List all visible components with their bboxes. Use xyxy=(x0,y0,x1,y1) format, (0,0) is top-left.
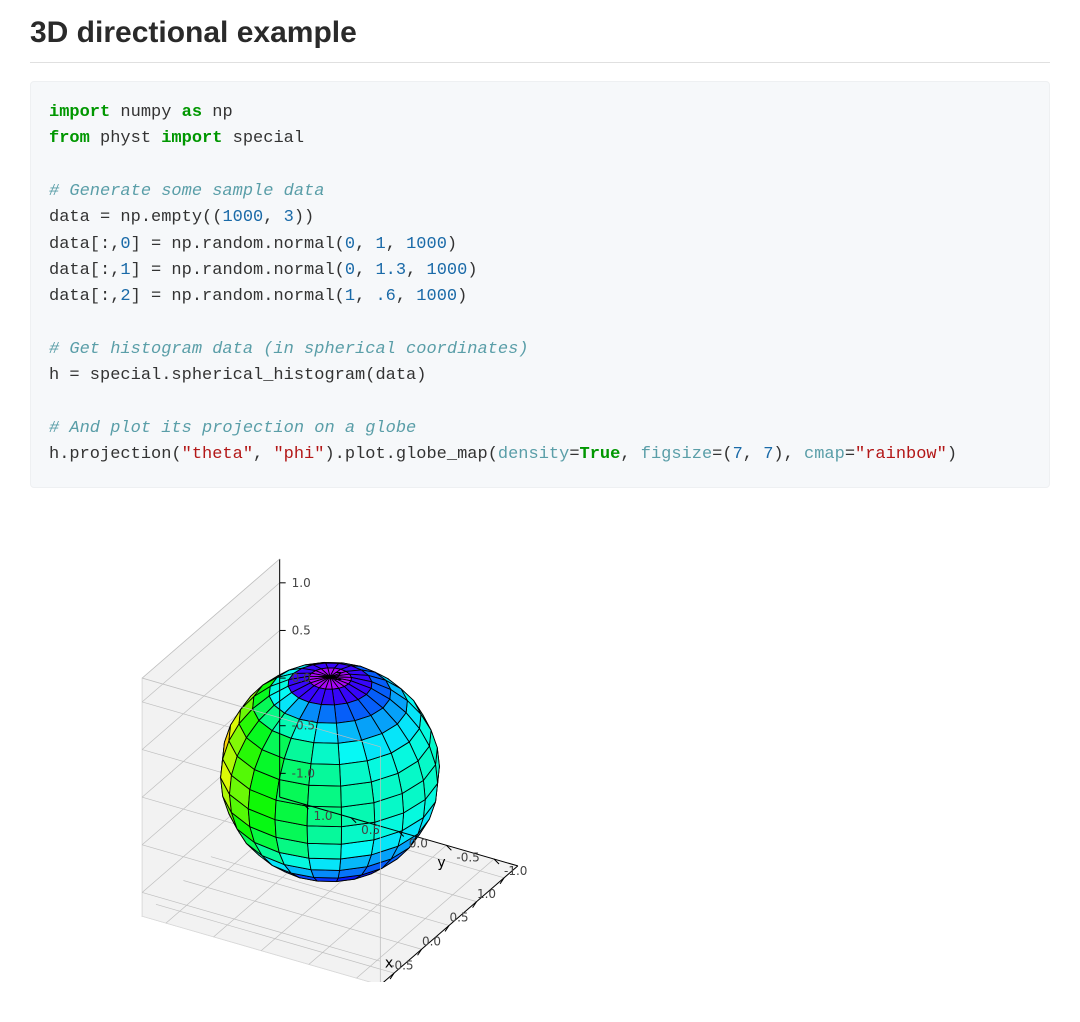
svg-text:-1.0: -1.0 xyxy=(504,864,527,878)
svg-text:y: y xyxy=(437,855,445,871)
svg-text:-0.5: -0.5 xyxy=(292,719,315,733)
code-block: import numpy as np from physt import spe… xyxy=(30,81,1050,488)
section-heading: 3D directional example xyxy=(30,16,1050,63)
svg-text:-1.0: -1.0 xyxy=(292,766,315,780)
svg-text:1.0: 1.0 xyxy=(292,576,311,590)
svg-text:z: z xyxy=(335,668,342,684)
svg-text:0.5: 0.5 xyxy=(292,623,311,637)
globe-plot-output: -1.0-0.50.00.51.0-1.0-0.50.00.51.0-1.0-0… xyxy=(60,512,680,982)
svg-text:0.5: 0.5 xyxy=(361,823,380,837)
svg-text:-0.5: -0.5 xyxy=(390,958,413,972)
svg-text:-0.5: -0.5 xyxy=(456,850,479,864)
svg-text:0.5: 0.5 xyxy=(449,910,468,924)
svg-text:x: x xyxy=(385,955,393,971)
svg-text:0.0: 0.0 xyxy=(422,934,441,948)
svg-text:0.0: 0.0 xyxy=(292,671,311,685)
svg-text:1.0: 1.0 xyxy=(313,809,332,823)
svg-text:0.0: 0.0 xyxy=(409,836,428,850)
svg-text:1.0: 1.0 xyxy=(477,887,496,901)
